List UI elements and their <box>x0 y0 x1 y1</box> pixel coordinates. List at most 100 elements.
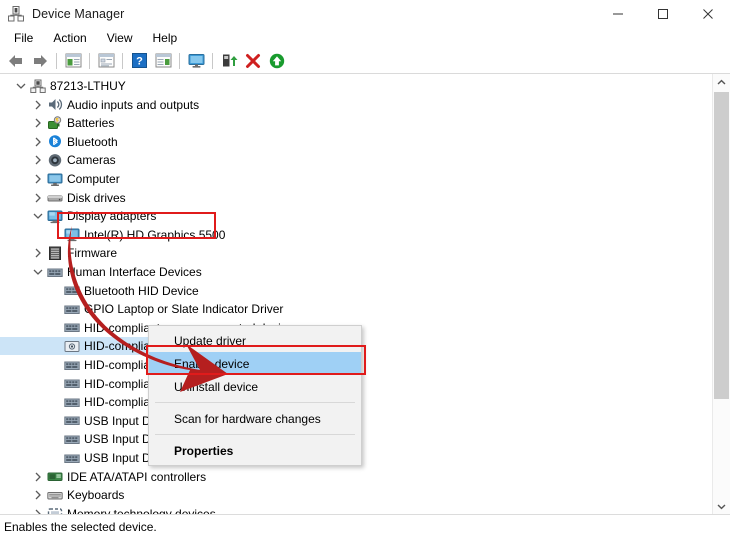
tree-item[interactable]: Audio inputs and outputs <box>0 96 203 114</box>
tree-item[interactable]: GPIO Laptop or Slate Indicator Driver <box>0 300 287 318</box>
hid-icon <box>63 431 80 447</box>
hid-icon <box>63 283 80 299</box>
tree-item[interactable]: Batteries <box>0 114 118 132</box>
title-bar: Device Manager <box>0 0 730 28</box>
chevron-down-icon[interactable] <box>13 78 29 94</box>
scan-hardware-changes-icon[interactable] <box>184 50 208 72</box>
window-title: Device Manager <box>32 7 124 21</box>
device-manager-icon <box>7 5 25 23</box>
speaker-icon <box>46 97 63 113</box>
update-driver-icon[interactable] <box>217 50 241 72</box>
tree-item[interactable]: Disk drives <box>0 189 130 207</box>
menu-file[interactable]: File <box>5 29 42 47</box>
keyboard-icon <box>46 487 63 503</box>
tree-item-label: Display adapters <box>67 209 160 223</box>
tree-spacer <box>47 376 63 392</box>
minimize-icon[interactable] <box>595 0 640 28</box>
tree-spacer <box>47 357 63 373</box>
firmware-icon <box>46 245 63 261</box>
status-bar: Enables the selected device. <box>0 514 730 538</box>
tree-item-label: Disk drives <box>67 191 130 205</box>
tree-spacer <box>47 394 63 410</box>
hid-icon <box>63 357 80 373</box>
device-manager-window: Device Manager File Action View Help <box>0 0 730 538</box>
help-icon[interactable]: ? <box>127 50 151 72</box>
properties-icon[interactable] <box>94 50 118 72</box>
device-tree[interactable]: 87213-LTHUYAudio inputs and outputs Batte… <box>0 74 730 515</box>
tree-spacer <box>47 320 63 336</box>
chevron-right-icon[interactable] <box>30 190 46 206</box>
tree-item-label: Firmware <box>67 246 121 260</box>
chevron-right-icon[interactable] <box>30 152 46 168</box>
tree-item[interactable]: Bluetooth <box>0 133 122 151</box>
toolbar-separator <box>179 53 180 69</box>
toolbar: ? <box>0 48 730 74</box>
show-hide-console-tree-icon[interactable] <box>61 50 85 72</box>
back-icon[interactable] <box>4 50 28 72</box>
view-icon[interactable] <box>151 50 175 72</box>
chevron-right-icon[interactable] <box>30 97 46 113</box>
chevron-right-icon[interactable] <box>30 115 46 131</box>
forward-icon[interactable] <box>28 50 52 72</box>
maximize-icon[interactable] <box>640 0 685 28</box>
tree-item[interactable]: Keyboards <box>0 486 128 504</box>
tree-spacer <box>47 413 63 429</box>
chevron-down-icon[interactable] <box>30 208 46 224</box>
hid-icon <box>63 301 80 317</box>
tree-item-label: Computer <box>67 172 124 186</box>
menu-action[interactable]: Action <box>44 29 95 47</box>
uninstall-device-icon[interactable] <box>241 50 265 72</box>
context-menu-item[interactable]: Update driver <box>149 329 361 352</box>
tree-item-label: Batteries <box>67 116 118 130</box>
tree-item[interactable]: Bluetooth HID Device <box>0 282 203 300</box>
status-text: Enables the selected device. <box>4 520 157 534</box>
hid-icon <box>63 394 80 410</box>
toolbar-separator <box>89 53 90 69</box>
menu-help[interactable]: Help <box>144 29 187 47</box>
disk-drive-icon <box>46 190 63 206</box>
chevron-right-icon[interactable] <box>30 245 46 261</box>
tree-spacer <box>47 338 63 354</box>
vertical-scrollbar[interactable] <box>712 74 730 515</box>
enable-device-icon[interactable] <box>265 50 289 72</box>
hid-icon <box>63 413 80 429</box>
chevron-down-icon[interactable] <box>713 498 730 515</box>
tree-item[interactable]: Computer <box>0 170 124 188</box>
hid-icon <box>63 450 80 466</box>
chevron-up-icon[interactable] <box>713 74 730 91</box>
tree-spacer <box>47 227 63 243</box>
camera-icon <box>46 152 63 168</box>
context-menu[interactable]: Update driverEnable deviceUninstall devi… <box>148 325 362 466</box>
chevron-right-icon[interactable] <box>30 469 46 485</box>
chevron-right-icon[interactable] <box>30 171 46 187</box>
tree-item-label: IDE ATA/ATAPI controllers <box>67 470 210 484</box>
tree-item[interactable]: Human Interface Devices <box>0 263 206 281</box>
chevron-right-icon[interactable] <box>30 134 46 150</box>
svg-text:?: ? <box>136 56 143 68</box>
menu-separator <box>155 402 355 403</box>
tree-item[interactable]: 87213-LTHUY <box>0 77 130 95</box>
tree-spacer <box>47 431 63 447</box>
tree-item-label: GPIO Laptop or Slate Indicator Driver <box>84 302 287 316</box>
tree-item[interactable]: Display adapters <box>0 207 160 225</box>
tree-item[interactable]: Firmware <box>0 244 121 262</box>
menu-view[interactable]: View <box>98 29 142 47</box>
tree-item[interactable]: Cameras <box>0 151 120 169</box>
tree-item[interactable]: IDE ATA/ATAPI controllers <box>0 468 210 486</box>
close-icon[interactable] <box>685 0 730 28</box>
chevron-down-icon[interactable] <box>30 264 46 280</box>
context-menu-item[interactable]: Properties <box>149 439 361 462</box>
tree-item[interactable]: Intel(R) HD Graphics 5500 <box>0 226 229 244</box>
tree-item-label: Human Interface Devices <box>67 265 206 279</box>
tree-item-label: Cameras <box>67 153 120 167</box>
scrollbar-thumb[interactable] <box>714 92 729 399</box>
context-menu-item[interactable]: Scan for hardware changes <box>149 407 361 430</box>
tree-item-label: Intel(R) HD Graphics 5500 <box>84 228 229 242</box>
menu-bar: File Action View Help <box>0 28 730 48</box>
display-adapter-icon <box>63 227 80 243</box>
chevron-right-icon[interactable] <box>30 487 46 503</box>
battery-icon <box>46 115 63 131</box>
toolbar-separator <box>212 53 213 69</box>
context-menu-item[interactable]: Enable device <box>149 352 361 375</box>
context-menu-item[interactable]: Uninstall device <box>149 375 361 398</box>
